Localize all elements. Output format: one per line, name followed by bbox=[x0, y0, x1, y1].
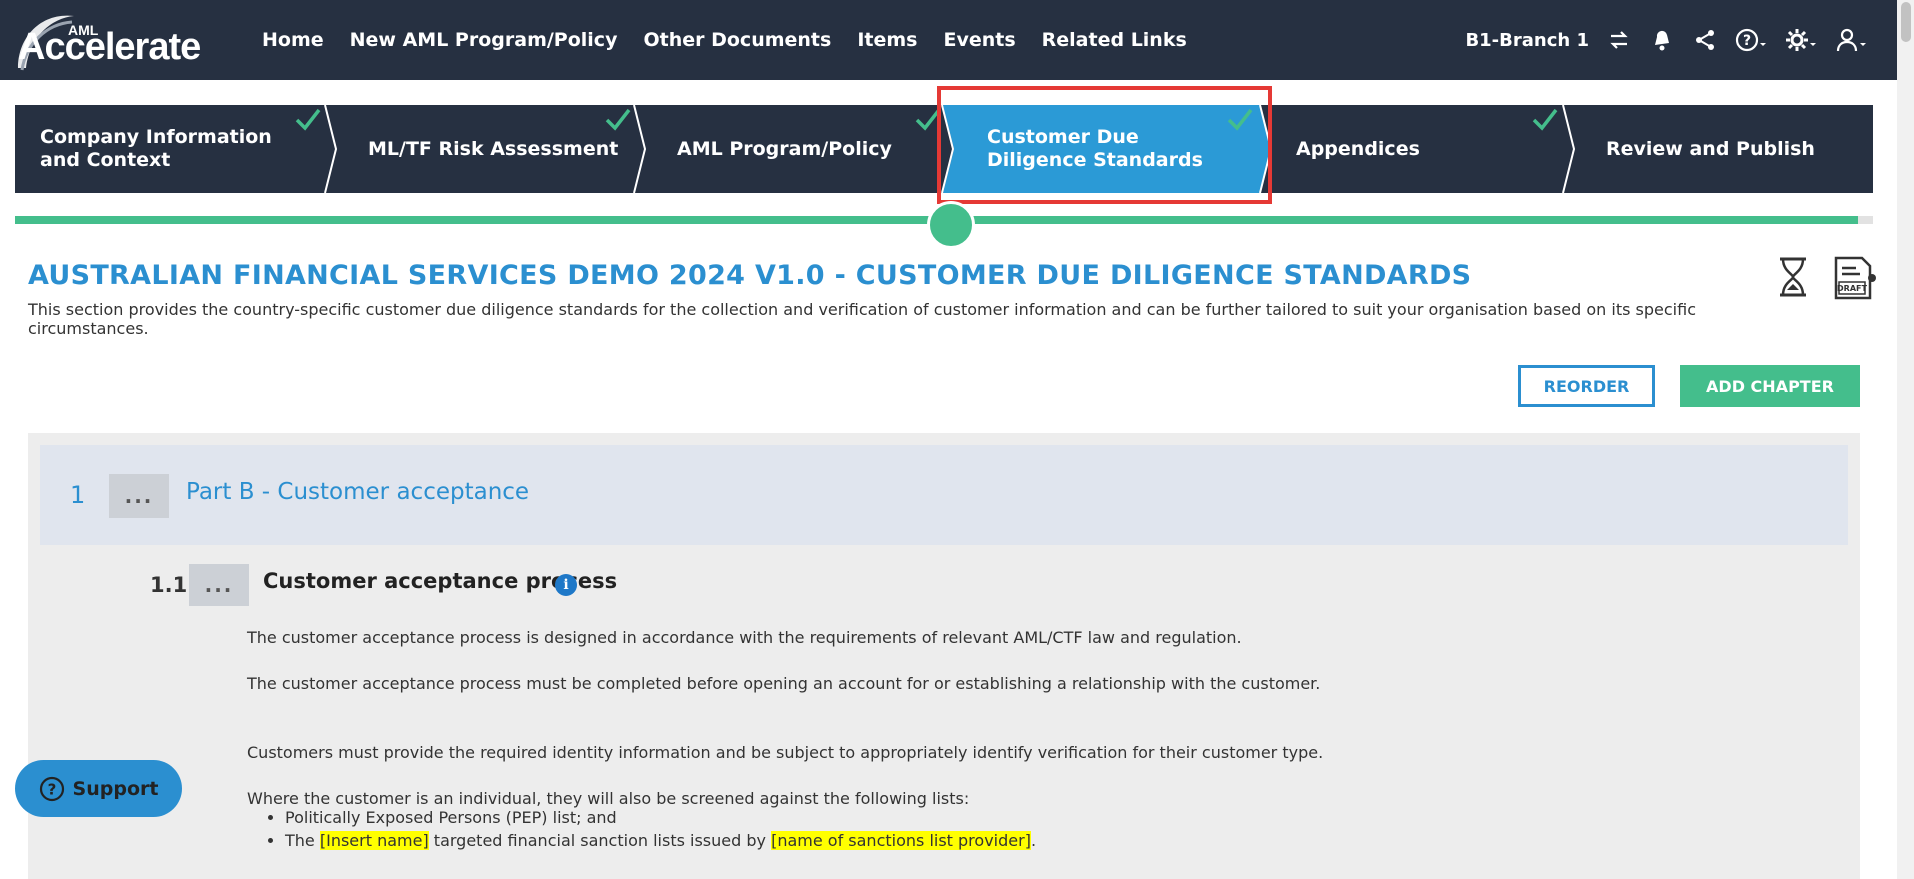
logo[interactable]: AML Accelerate bbox=[12, 8, 222, 72]
section-number: 1.1 bbox=[150, 573, 188, 597]
add-chapter-button[interactable]: ADD CHAPTER bbox=[1680, 365, 1860, 407]
share-icon[interactable] bbox=[1693, 28, 1717, 52]
page-title: AUSTRALIAN FINANCIAL SERVICES DEMO 2024 … bbox=[28, 260, 1472, 291]
branch-name[interactable]: B1-Branch 1 bbox=[1465, 30, 1589, 51]
reorder-button[interactable]: REORDER bbox=[1518, 365, 1655, 407]
hourglass-history-icon[interactable] bbox=[1776, 256, 1810, 298]
user-account-icon[interactable] bbox=[1835, 27, 1867, 53]
nav-items[interactable]: Items bbox=[857, 29, 917, 51]
chapter-title[interactable]: Part B - Customer acceptance bbox=[186, 479, 529, 505]
step-5-check-icon bbox=[1532, 108, 1558, 131]
draft-document-icon[interactable]: DRAFT bbox=[1832, 256, 1878, 302]
list-item-pep: Politically Exposed Persons (PEP) list; … bbox=[285, 806, 1036, 829]
chapter-header: 1 ... Part B - Customer acceptance bbox=[40, 445, 1848, 545]
top-navbar: AML Accelerate Home New AML Program/Poli… bbox=[0, 0, 1897, 80]
insert-name-placeholder[interactable]: [Insert name] bbox=[319, 831, 429, 850]
info-icon[interactable]: i bbox=[555, 574, 577, 596]
scrollbar-thumb[interactable] bbox=[1901, 2, 1911, 42]
notification-bell-icon[interactable] bbox=[1649, 27, 1675, 53]
chapter-number: 1 bbox=[70, 481, 86, 509]
nav-other-documents[interactable]: Other Documents bbox=[643, 29, 831, 51]
nav-related-links[interactable]: Related Links bbox=[1042, 29, 1187, 51]
svg-text:DRAFT: DRAFT bbox=[1837, 284, 1867, 293]
nav-right-tools: B1-Branch 1 ? bbox=[1465, 0, 1867, 80]
paragraph-2: The customer acceptance process must be … bbox=[247, 674, 1321, 693]
page-description: This section provides the country-specif… bbox=[28, 300, 1696, 338]
list-item-sanctions: The [Insert name] targeted financial san… bbox=[285, 829, 1036, 852]
svg-text:?: ? bbox=[47, 780, 56, 798]
active-step-highlight bbox=[937, 86, 1272, 204]
paragraph-3: Customers must provide the required iden… bbox=[247, 743, 1324, 762]
scrollbar[interactable] bbox=[1897, 0, 1914, 879]
section-menu-button[interactable]: ... bbox=[189, 564, 249, 606]
paragraph-1: The customer acceptance process is desig… bbox=[247, 628, 1242, 647]
step-1-check-icon bbox=[295, 108, 321, 131]
progress-bar-remaining bbox=[1858, 216, 1873, 224]
help-icon[interactable]: ? bbox=[1735, 27, 1767, 53]
switch-branch-icon[interactable] bbox=[1607, 28, 1631, 52]
nav-events[interactable]: Events bbox=[943, 29, 1015, 51]
step-appendices[interactable]: Appendices bbox=[1296, 105, 1556, 193]
nav-new-aml-program[interactable]: New AML Program/Policy bbox=[350, 29, 618, 51]
nav-home[interactable]: Home bbox=[262, 29, 324, 51]
support-label: Support bbox=[72, 777, 159, 800]
svg-text:?: ? bbox=[1743, 33, 1751, 49]
step-review-and-publish[interactable]: Review and Publish bbox=[1606, 105, 1856, 193]
step-2-check-icon bbox=[605, 108, 631, 131]
support-button[interactable]: ? Support bbox=[15, 760, 182, 817]
document-content: 1 ... Part B - Customer acceptance 1.1 .… bbox=[28, 433, 1860, 879]
help-circle-icon: ? bbox=[39, 776, 64, 801]
step-company-information[interactable]: Company Information and Context bbox=[40, 105, 325, 193]
main-menu: Home New AML Program/Policy Other Docume… bbox=[262, 0, 1187, 80]
step-ml-tf-risk-assessment[interactable]: ML/TF Risk Assessment bbox=[368, 105, 628, 193]
logo-wordmark: Accelerate bbox=[18, 26, 201, 68]
chapter-menu-button[interactable]: ... bbox=[109, 474, 169, 518]
settings-gear-icon[interactable] bbox=[1785, 27, 1817, 53]
progress-marker bbox=[927, 201, 975, 249]
step-aml-program-policy[interactable]: AML Program/Policy bbox=[677, 105, 932, 193]
sanctions-provider-placeholder[interactable]: [name of sanctions list provider] bbox=[771, 831, 1031, 850]
screening-lists: Politically Exposed Persons (PEP) list; … bbox=[247, 806, 1036, 852]
